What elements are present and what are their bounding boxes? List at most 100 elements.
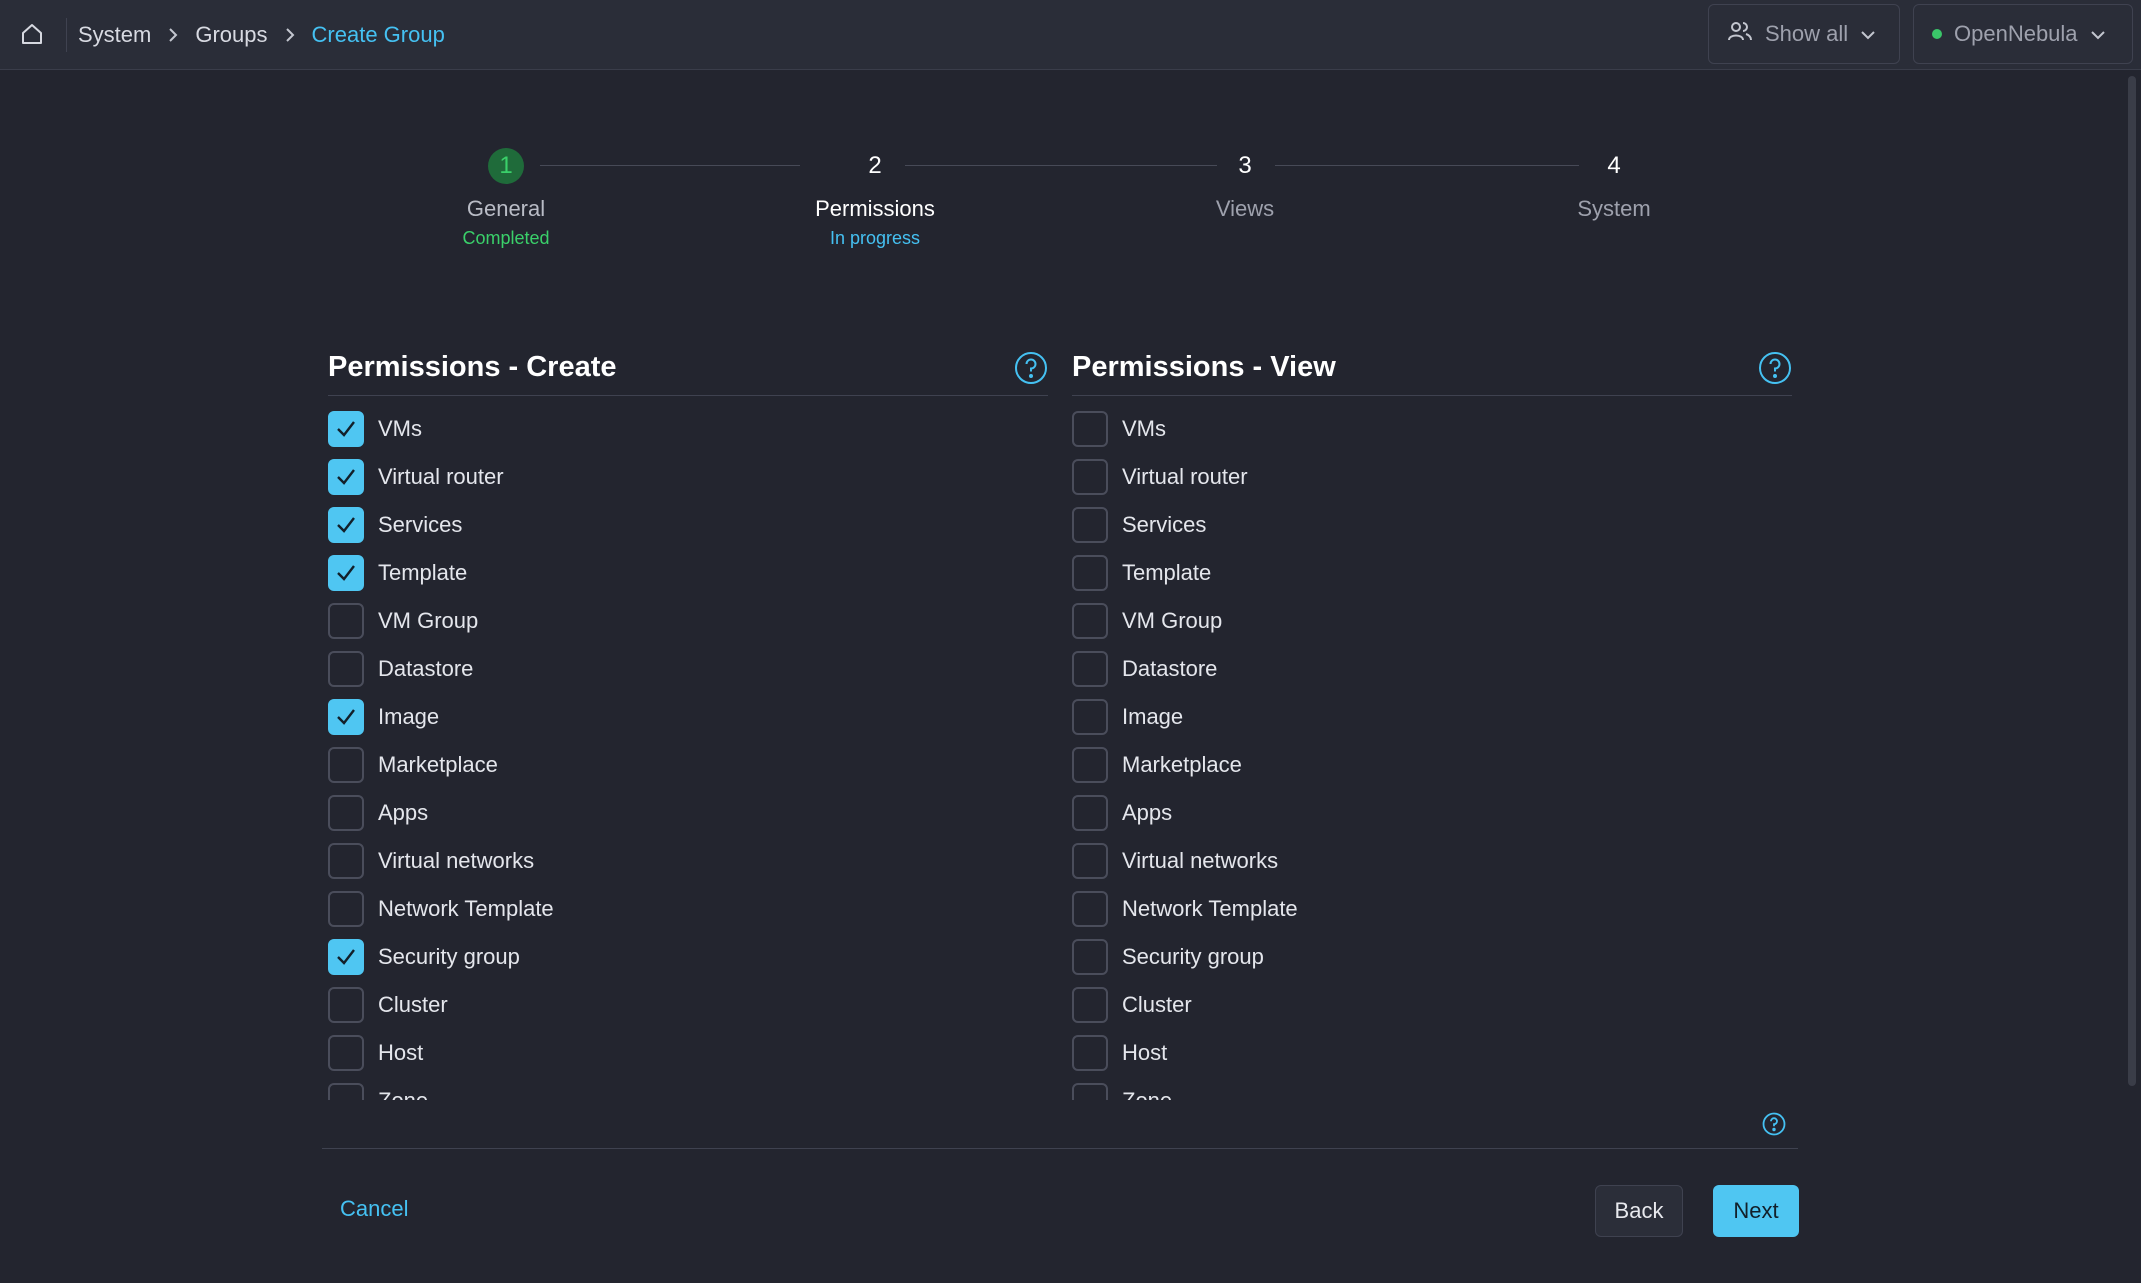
permission-checkbox[interactable] bbox=[328, 1083, 364, 1100]
permission-checkbox[interactable] bbox=[1072, 795, 1108, 831]
permission-row[interactable]: Cluster bbox=[328, 981, 1048, 1029]
step-number: 4 bbox=[1607, 152, 1621, 179]
help-circle-icon[interactable] bbox=[1014, 351, 1048, 385]
permission-checkbox[interactable] bbox=[328, 1035, 364, 1071]
permission-row[interactable]: VMs bbox=[1072, 405, 1792, 453]
permission-checkbox[interactable] bbox=[1072, 603, 1108, 639]
footer-divider bbox=[322, 1148, 1798, 1149]
permission-row[interactable]: Template bbox=[328, 549, 1048, 597]
permission-row[interactable]: Apps bbox=[328, 789, 1048, 837]
help-circle-icon[interactable] bbox=[1762, 1112, 1786, 1136]
checkmark-icon bbox=[337, 469, 355, 485]
permission-checkbox[interactable] bbox=[328, 651, 364, 687]
step-number: 3 bbox=[1238, 152, 1252, 179]
permission-row[interactable]: Apps bbox=[1072, 789, 1792, 837]
step-status: In progress bbox=[829, 228, 921, 248]
permission-row[interactable]: Marketplace bbox=[1072, 741, 1792, 789]
permission-row[interactable]: Cluster bbox=[1072, 981, 1792, 1029]
panel-title: Permissions - Create bbox=[328, 351, 617, 383]
step-label: General bbox=[466, 196, 546, 221]
permission-row[interactable]: Host bbox=[328, 1029, 1048, 1077]
permissions-view-list: VMs Virtual router Services Template VM Grou… bbox=[1072, 405, 1792, 1100]
permission-checkbox[interactable] bbox=[1072, 411, 1108, 447]
permission-row[interactable]: Virtual router bbox=[328, 453, 1048, 501]
permission-checkbox[interactable] bbox=[1072, 459, 1108, 495]
back-button[interactable]: Back bbox=[1595, 1185, 1683, 1237]
checkmark-icon bbox=[337, 517, 355, 533]
permission-label: Image bbox=[378, 704, 440, 729]
breadcrumb-item-system[interactable]: System bbox=[78, 22, 151, 48]
permission-row[interactable]: Image bbox=[328, 693, 1048, 741]
step-label: Views bbox=[1215, 196, 1275, 221]
permission-row[interactable]: Security group bbox=[328, 933, 1048, 981]
zone-status-dot bbox=[1932, 29, 1942, 39]
permission-row[interactable]: Marketplace bbox=[328, 741, 1048, 789]
permission-checkbox[interactable] bbox=[1072, 747, 1108, 783]
home-icon[interactable] bbox=[18, 20, 46, 48]
permission-checkbox[interactable] bbox=[328, 411, 364, 447]
permission-row[interactable]: Virtual networks bbox=[328, 837, 1048, 885]
permission-row[interactable]: VM Group bbox=[1072, 597, 1792, 645]
permission-checkbox[interactable] bbox=[1072, 843, 1108, 879]
zone-selector-button[interactable]: OpenNebula bbox=[1913, 4, 2133, 64]
permission-row[interactable]: VMs bbox=[328, 405, 1048, 453]
permission-row[interactable]: Zone bbox=[1072, 1077, 1792, 1100]
permission-label: Security group bbox=[1122, 944, 1264, 969]
permission-checkbox[interactable] bbox=[328, 555, 364, 591]
permission-row[interactable]: Network Template bbox=[1072, 885, 1792, 933]
permission-row[interactable]: Virtual router bbox=[1072, 453, 1792, 501]
permission-row[interactable]: VM Group bbox=[328, 597, 1048, 645]
permission-checkbox[interactable] bbox=[328, 795, 364, 831]
permission-row[interactable]: Zone bbox=[328, 1077, 1048, 1100]
permission-row[interactable]: Services bbox=[1072, 501, 1792, 549]
permission-row[interactable]: Template bbox=[1072, 549, 1792, 597]
permission-label: Zone bbox=[378, 1088, 428, 1100]
permission-checkbox[interactable] bbox=[1072, 939, 1108, 975]
permission-checkbox[interactable] bbox=[1072, 987, 1108, 1023]
breadcrumb-item-groups[interactable]: Groups bbox=[195, 22, 267, 48]
permission-checkbox[interactable] bbox=[1072, 891, 1108, 927]
permission-checkbox[interactable] bbox=[328, 891, 364, 927]
permission-checkbox[interactable] bbox=[328, 747, 364, 783]
permission-checkbox[interactable] bbox=[1072, 699, 1108, 735]
permission-checkbox[interactable] bbox=[328, 987, 364, 1023]
permission-checkbox[interactable] bbox=[328, 603, 364, 639]
permission-row[interactable]: Services bbox=[328, 501, 1048, 549]
permissions-create-panel: Permissions - Create VMs Virtual router Se… bbox=[328, 340, 1048, 1100]
permission-label: VM Group bbox=[378, 608, 479, 633]
help-circle-icon[interactable] bbox=[1758, 351, 1792, 385]
step-system[interactable]: 4 System bbox=[1514, 140, 1714, 222]
permission-row[interactable]: Virtual networks bbox=[1072, 837, 1792, 885]
chevron-right-icon bbox=[167, 27, 179, 43]
permission-label: Image bbox=[1122, 704, 1184, 729]
permission-checkbox[interactable] bbox=[328, 459, 364, 495]
permission-checkbox[interactable] bbox=[1072, 1083, 1108, 1100]
step-label: System bbox=[1577, 196, 1651, 221]
permission-checkbox[interactable] bbox=[328, 699, 364, 735]
checkmark-icon bbox=[337, 565, 355, 581]
permission-row[interactable]: Host bbox=[1072, 1029, 1792, 1077]
permission-row[interactable]: Datastore bbox=[1072, 645, 1792, 693]
permission-checkbox[interactable] bbox=[1072, 507, 1108, 543]
chevron-down-icon bbox=[1860, 21, 1876, 47]
permission-checkbox[interactable] bbox=[328, 843, 364, 879]
step-views[interactable]: 3 Views bbox=[1145, 140, 1345, 222]
permission-row[interactable]: Datastore bbox=[328, 645, 1048, 693]
permission-checkbox[interactable] bbox=[1072, 555, 1108, 591]
page-scrollbar[interactable] bbox=[2128, 76, 2136, 1086]
permission-label: Services bbox=[378, 512, 463, 537]
step-general[interactable]: 1 General Completed bbox=[406, 140, 606, 249]
cancel-button[interactable]: Cancel bbox=[340, 1196, 408, 1222]
permission-checkbox[interactable] bbox=[328, 939, 364, 975]
next-button[interactable]: Next bbox=[1713, 1185, 1799, 1237]
users-icon bbox=[1727, 20, 1753, 48]
permission-row[interactable]: Network Template bbox=[328, 885, 1048, 933]
permission-checkbox[interactable] bbox=[328, 507, 364, 543]
permission-checkbox[interactable] bbox=[1072, 1035, 1108, 1071]
step-permissions[interactable]: 2 Permissions In progress bbox=[775, 140, 975, 249]
permission-row[interactable]: Image bbox=[1072, 693, 1792, 741]
permission-row[interactable]: Security group bbox=[1072, 933, 1792, 981]
show-all-button[interactable]: Show all bbox=[1708, 4, 1900, 64]
chevron-down-icon bbox=[2090, 21, 2106, 47]
permission-checkbox[interactable] bbox=[1072, 651, 1108, 687]
